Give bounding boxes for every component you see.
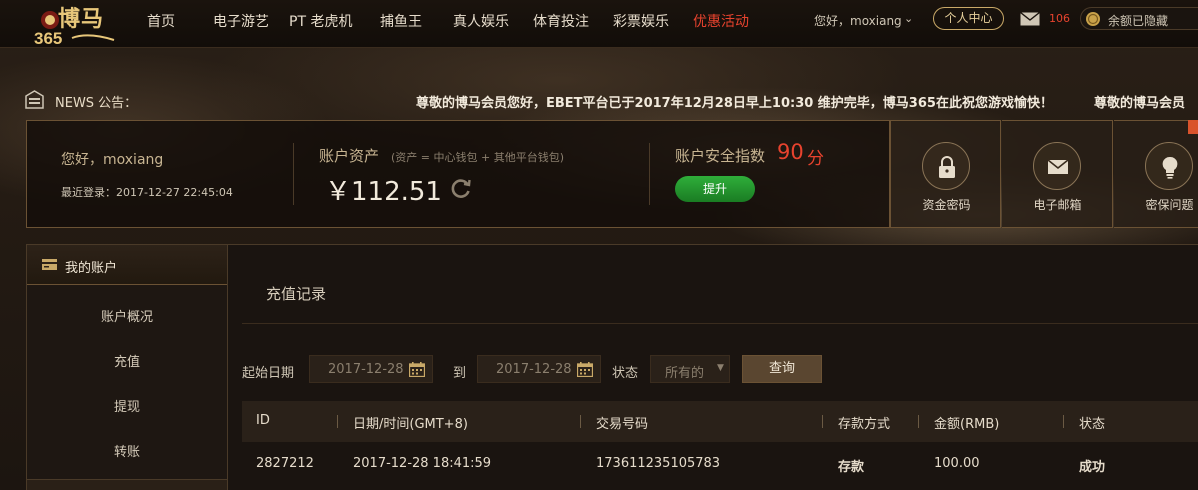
account-sidebar: 我的账户 账户概况 充值 提现 转账 bbox=[26, 244, 228, 490]
cell-id: 2827212 bbox=[256, 456, 314, 471]
assets-value: ￥112.51 bbox=[325, 177, 442, 207]
col-transaction-no: 交易号码 bbox=[596, 417, 649, 432]
divider bbox=[242, 323, 1198, 324]
col-divider bbox=[1063, 415, 1064, 428]
cell-amount: 100.00 bbox=[934, 456, 980, 471]
site-logo[interactable]: 博 马 365 bbox=[28, 4, 118, 48]
personal-center-button[interactable]: 个人中心 bbox=[933, 7, 1004, 30]
sidebar-header[interactable]: 我的账户 bbox=[27, 245, 227, 285]
tile-circle bbox=[922, 142, 970, 190]
col-method: 存款方式 bbox=[838, 417, 891, 432]
nav-home[interactable]: 首页 bbox=[147, 11, 175, 31]
to-label: 到 bbox=[453, 366, 467, 381]
query-button[interactable]: 查询 bbox=[742, 355, 822, 383]
safety-label: 账户安全指数 bbox=[675, 147, 766, 165]
tile-fund-password[interactable]: 资金密码 bbox=[890, 120, 1001, 228]
last-login: 最近登录：2017-12-27 22:45:04 bbox=[61, 186, 233, 199]
nav-slots[interactable]: 电子游艺 bbox=[213, 11, 269, 31]
news-marquee-repeat[interactable]: 尊敬的博马会员 bbox=[1094, 92, 1185, 111]
end-date-field[interactable]: 2017-12-28 bbox=[477, 355, 601, 383]
nav-live-casino[interactable]: 真人娱乐 bbox=[453, 11, 509, 31]
cell-method: 存款 bbox=[838, 460, 865, 475]
divider bbox=[649, 143, 650, 205]
nav-fishing[interactable]: 捕鱼王 bbox=[380, 11, 422, 31]
tile-label: 资金密码 bbox=[922, 198, 971, 212]
cell-transaction-no: 173611235105783 bbox=[596, 456, 721, 471]
user-greeting[interactable]: 您好，moxiang bbox=[814, 12, 902, 29]
corner-badge bbox=[1188, 120, 1198, 134]
start-date-value: 2017-12-28 bbox=[328, 362, 404, 377]
svg-text:365: 365 bbox=[34, 29, 62, 46]
safety-score: 90 bbox=[777, 140, 804, 164]
account-hello: 您好，moxiang bbox=[61, 152, 164, 168]
col-divider bbox=[580, 415, 581, 428]
nav-promotions[interactable]: 优惠活动 bbox=[693, 11, 749, 31]
coin-icon bbox=[1086, 12, 1100, 26]
calendar-icon[interactable] bbox=[409, 362, 425, 377]
safety-unit: 分 bbox=[807, 149, 824, 169]
tile-circle bbox=[1033, 142, 1081, 190]
nav-pt-slots[interactable]: PT 老虎机 bbox=[289, 11, 352, 31]
col-divider bbox=[918, 415, 919, 428]
status-value: 所有的 bbox=[665, 366, 705, 381]
news-icon bbox=[25, 90, 44, 109]
sidebar-item-withdraw[interactable]: 提现 bbox=[27, 396, 227, 415]
assets-label: 账户资产 bbox=[319, 147, 380, 165]
nav-lottery[interactable]: 彩票娱乐 bbox=[613, 11, 669, 31]
main-content: 充值记录 起始日期 2017-12-28 到 2017-12-28 状态 所有的… bbox=[228, 244, 1198, 490]
mail-icon[interactable] bbox=[1020, 12, 1040, 26]
tile-label: 密保问题 bbox=[1145, 198, 1194, 212]
svg-text:博: 博 bbox=[58, 6, 80, 31]
col-divider bbox=[337, 415, 338, 428]
divider bbox=[293, 143, 294, 205]
table-header: ID 日期/时间(GMT+8) 交易号码 存款方式 金额(RMB) 状态 bbox=[242, 401, 1198, 442]
lock-icon bbox=[939, 156, 955, 178]
refresh-icon[interactable] bbox=[450, 177, 472, 199]
calendar-icon[interactable] bbox=[577, 362, 593, 377]
caret-down-icon: ▼ bbox=[717, 363, 724, 373]
tile-email[interactable]: 电子邮箱 bbox=[1002, 120, 1113, 228]
tile-circle bbox=[1145, 142, 1193, 190]
status-label: 状态 bbox=[612, 366, 639, 381]
page-title: 充值记录 bbox=[266, 285, 327, 303]
sidebar-item-transfer[interactable]: 转账 bbox=[27, 441, 227, 460]
top-nav: 博 马 365 首页 电子游艺 PT 老虎机 捕鱼王 真人娱乐 体育投注 彩票娱… bbox=[0, 0, 1198, 48]
balance-toggle[interactable]: 余额已隐藏 bbox=[1080, 7, 1198, 30]
cell-status: 成功 bbox=[1079, 460, 1106, 475]
tile-security-question[interactable]: 密保问题 bbox=[1114, 120, 1198, 228]
col-divider bbox=[822, 415, 823, 428]
sidebar-item-deposit[interactable]: 充值 bbox=[27, 351, 227, 370]
balance-hidden-label: 余额已隐藏 bbox=[1108, 14, 1169, 28]
cell-datetime: 2017-12-28 18:41:59 bbox=[353, 456, 492, 471]
news-marquee[interactable]: 尊敬的博马会员您好，EBET平台已于2017年12月28日早上10:30 维护完… bbox=[416, 92, 1053, 111]
account-summary-panel: 您好，moxiang 最近登录：2017-12-27 22:45:04 账户资产… bbox=[26, 120, 890, 228]
sidebar-next-section[interactable] bbox=[27, 479, 227, 490]
tile-label: 电子邮箱 bbox=[1033, 198, 1082, 212]
col-amount: 金额(RMB) bbox=[934, 417, 1000, 432]
assets-note: (资产 = 中心钱包 + 其他平台钱包) bbox=[391, 151, 565, 164]
upgrade-button[interactable]: 提升 bbox=[675, 176, 755, 202]
mail-count-badge[interactable]: 106 bbox=[1049, 12, 1070, 25]
start-date-label: 起始日期 bbox=[242, 366, 295, 381]
col-datetime: 日期/时间(GMT+8) bbox=[353, 417, 468, 432]
sidebar-item-overview[interactable]: 账户概况 bbox=[27, 306, 227, 325]
col-id: ID bbox=[256, 413, 270, 428]
nav-sports[interactable]: 体育投注 bbox=[533, 11, 589, 31]
sidebar-title: 我的账户 bbox=[65, 261, 118, 276]
svg-text:马: 马 bbox=[81, 6, 103, 31]
col-status: 状态 bbox=[1079, 417, 1106, 432]
card-icon bbox=[42, 259, 57, 270]
mail-icon bbox=[1047, 159, 1069, 174]
bulb-icon bbox=[1162, 156, 1178, 179]
news-label: NEWS 公告： bbox=[55, 96, 138, 111]
chevron-down-icon[interactable]: ⌄ bbox=[904, 12, 913, 25]
status-select[interactable]: 所有的 ▼ bbox=[650, 355, 730, 383]
start-date-field[interactable]: 2017-12-28 bbox=[309, 355, 433, 383]
end-date-value: 2017-12-28 bbox=[496, 362, 572, 377]
